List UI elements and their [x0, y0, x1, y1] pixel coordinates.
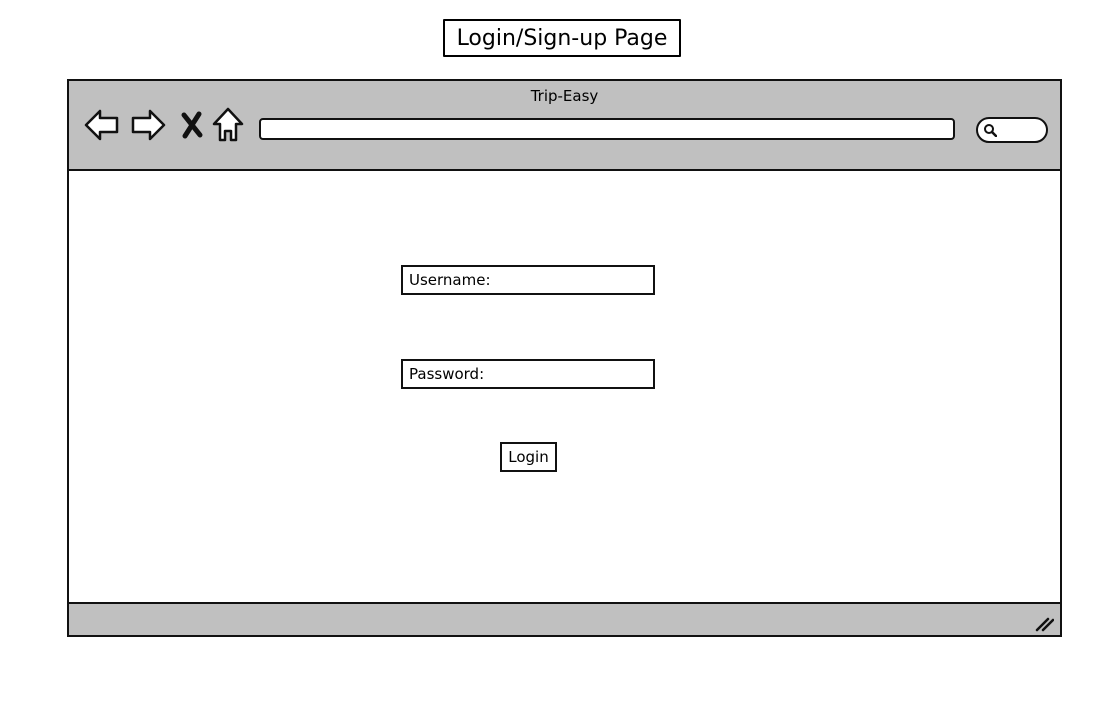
status-bar: [69, 602, 1060, 635]
page-content: Username: Password: Login: [69, 171, 1060, 602]
page-title-text: Login/Sign-up Page: [456, 25, 668, 51]
forward-button[interactable]: [129, 106, 167, 144]
stop-button[interactable]: [173, 106, 211, 144]
browser-window: Trip-Easy Username: Password: Login: [67, 79, 1062, 637]
resize-grip-icon[interactable]: [1034, 614, 1054, 632]
username-input[interactable]: [494, 271, 653, 289]
password-input[interactable]: [488, 365, 653, 383]
window-title: Trip-Easy: [530, 87, 599, 105]
page-title: Login/Sign-up Page: [443, 19, 681, 57]
search-box[interactable]: [976, 117, 1048, 143]
forward-arrow-icon: [131, 109, 166, 141]
username-label: Username:: [409, 271, 491, 289]
login-button[interactable]: Login: [500, 442, 557, 472]
password-field[interactable]: Password:: [401, 359, 655, 389]
back-button[interactable]: [83, 106, 121, 144]
password-label: Password:: [409, 365, 485, 383]
browser-toolbar: Trip-Easy: [69, 81, 1060, 171]
address-bar[interactable]: [259, 118, 955, 140]
back-arrow-icon: [84, 109, 119, 141]
username-field[interactable]: Username:: [401, 265, 655, 295]
close-icon: [181, 111, 203, 139]
home-icon: [212, 107, 244, 142]
search-icon: [984, 124, 997, 137]
home-button[interactable]: [209, 106, 247, 144]
